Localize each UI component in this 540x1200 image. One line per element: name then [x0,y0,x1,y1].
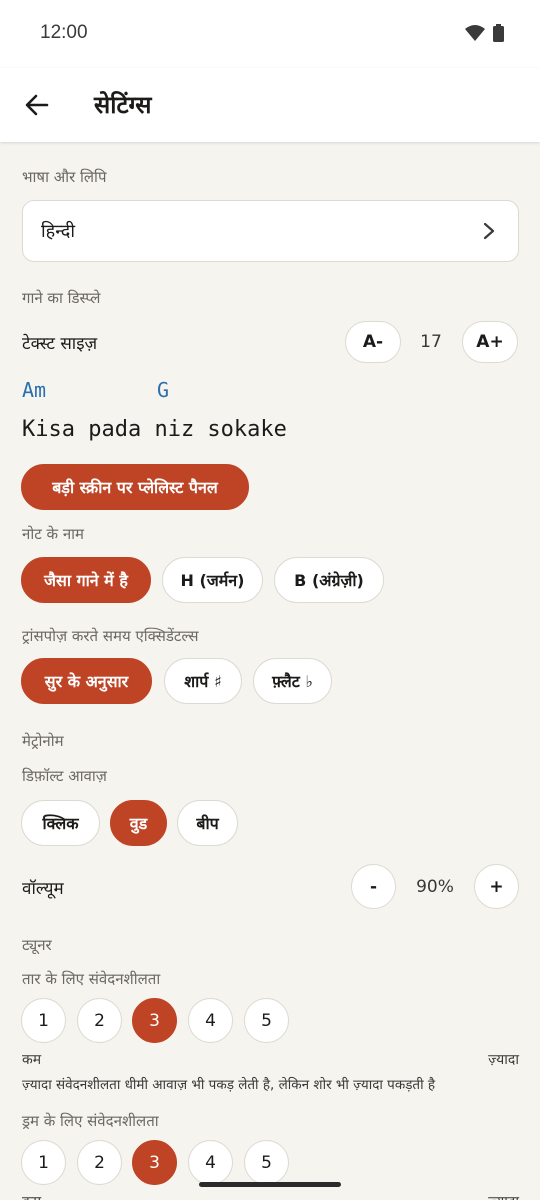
string-sensitivity-high-label: ज़्यादा [488,1052,519,1068]
volume-increase-button[interactable]: + [474,864,519,909]
preview-lyric: Kisa pada niz sokake [22,417,287,442]
status-time: 12:00 [40,22,88,43]
tuner-section-label: ट्यूनर [22,936,52,954]
preview-chord: Am [22,378,47,402]
string-sensitivity-level-2[interactable]: 2 [77,998,122,1043]
page-title: सेटिंग्स [94,91,152,119]
home-indicator[interactable] [199,1182,341,1187]
wifi-icon [465,25,485,45]
text-size-label: टेक्स्ट साइज़ [22,334,98,354]
arrow-back-icon[interactable] [22,90,52,120]
song-display-section-label: गाने का डिस्प्ले [22,289,101,307]
accidentals-option-by-key[interactable]: सुर के अनुसार [21,658,152,704]
drum-sensitivity-level-3[interactable]: 3 [132,1140,177,1185]
text-size-decrease-button[interactable]: A- [345,321,401,363]
string-sensitivity-hint: ज़्यादा संवेदनशीलता धीमी आवाज़ भी पकड़ ल… [22,1077,436,1093]
accidentals-option-flat[interactable]: फ़्लैट ♭ [253,658,332,704]
settings-list[interactable]: भाषा और लिपि हिन्दी गाने का डिस्प्ले टेक… [0,142,540,1200]
string-sensitivity-label: तार के लिए संवेदनशीलता [22,970,161,988]
accidentals-label: ट्रांसपोज़ करते समय एक्सिडेंटल्स [22,627,199,645]
accidentals-option-sharp[interactable]: शार्प ♯ [164,658,242,704]
metronome-sound-label: डिफ़ॉल्ट आवाज़ [22,767,107,785]
drum-sensitivity-low-label: कम [22,1192,41,1200]
language-section-label: भाषा और लिपि [22,168,107,186]
note-names-option-english[interactable]: B (अंग्रेज़ी) [274,557,384,603]
string-sensitivity-level-5[interactable]: 5 [244,998,289,1043]
preview-chord: G [157,378,170,402]
metronome-sound-beep[interactable]: बीप [177,800,238,846]
string-sensitivity-level-3[interactable]: 3 [132,998,177,1043]
drum-sensitivity-label: ड्रम के लिए संवेदनशीलता [22,1112,159,1130]
string-sensitivity-low-label: कम [22,1052,42,1068]
chevron-right-icon [482,221,496,241]
string-sensitivity-level-4[interactable]: 4 [188,998,233,1043]
note-names-option-as-in-song[interactable]: जैसा गाने में है [21,557,151,603]
note-names-option-german[interactable]: H (जर्मन) [162,557,263,603]
volume-value: 90% [416,877,454,897]
language-value: हिन्दी [41,221,76,242]
string-sensitivity-level-1[interactable]: 1 [21,998,66,1043]
battery-icon [493,24,504,46]
drum-sensitivity-level-1[interactable]: 1 [21,1140,66,1185]
app-bar: सेटिंग्स [0,68,540,142]
note-names-label: नोट के नाम [22,525,85,543]
metronome-sound-wood[interactable]: वुड [110,800,167,846]
drum-sensitivity-level-4[interactable]: 4 [188,1140,233,1185]
volume-label: वॉल्यूम [22,879,64,899]
drum-sensitivity-level-5[interactable]: 5 [244,1140,289,1185]
text-size-increase-button[interactable]: A+ [462,321,518,363]
metronome-sound-click[interactable]: क्लिक [21,800,100,846]
language-selector[interactable]: हिन्दी [22,200,519,262]
status-bar: 12:00 [0,0,540,68]
text-size-value: 17 [420,332,442,352]
drum-sensitivity-high-label: ज़्यादा [488,1192,519,1200]
playlist-panel-toggle[interactable]: बड़ी स्क्रीन पर प्लेलिस्ट पैनल [21,464,249,510]
volume-decrease-button[interactable]: - [351,864,396,909]
metronome-section-label: मेट्रोनोम [22,732,64,750]
drum-sensitivity-level-2[interactable]: 2 [77,1140,122,1185]
